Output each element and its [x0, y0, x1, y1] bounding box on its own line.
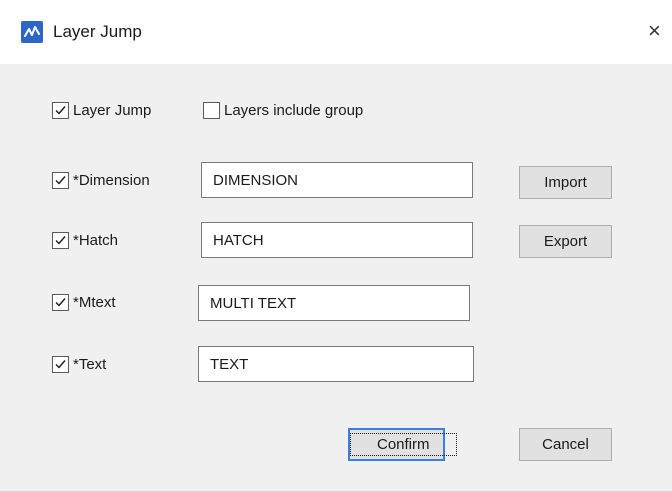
layers-include-group-option[interactable]: Layers include group	[203, 102, 363, 119]
mtext-checkbox[interactable]	[52, 294, 69, 311]
import-button[interactable]: Import	[519, 166, 612, 199]
layer-jump-option[interactable]: Layer Jump	[52, 102, 151, 119]
app-logo-icon	[21, 21, 43, 43]
layer-jump-dialog: Layer Jump × Layer Jump Layers include g…	[0, 0, 672, 491]
title-bar: Layer Jump ×	[0, 0, 672, 64]
text-label: *Text	[73, 356, 107, 373]
text-checkbox[interactable]	[52, 356, 69, 373]
confirm-button[interactable]: Confirm	[348, 428, 457, 461]
layers-include-group-label: Layers include group	[224, 102, 364, 119]
export-button[interactable]: Export	[519, 225, 612, 258]
dimension-label: *Dimension	[73, 172, 150, 189]
hatch-layer-input[interactable]	[201, 222, 473, 258]
checkmark-icon	[55, 236, 66, 245]
dimension-layer-input[interactable]	[201, 162, 473, 198]
cancel-button[interactable]: Cancel	[519, 428, 612, 461]
mtext-layer-input[interactable]	[198, 285, 470, 321]
mtext-option[interactable]: *Mtext	[52, 294, 116, 311]
text-option[interactable]: *Text	[52, 356, 106, 373]
checkmark-icon	[55, 176, 66, 185]
close-button[interactable]: ×	[648, 14, 672, 48]
checkmark-icon	[55, 298, 66, 307]
layer-jump-label: Layer Jump	[73, 102, 152, 119]
text-layer-input[interactable]	[198, 346, 474, 382]
mtext-label: *Mtext	[73, 294, 116, 311]
checkmark-icon	[55, 106, 66, 115]
dialog-body: Layer Jump Layers include group *Dimensi…	[0, 64, 672, 491]
hatch-option[interactable]: *Hatch	[52, 232, 118, 249]
hatch-label: *Hatch	[73, 232, 119, 249]
layers-include-group-checkbox[interactable]	[203, 102, 220, 119]
dimension-checkbox[interactable]	[52, 172, 69, 189]
close-icon: ×	[648, 18, 661, 43]
checkmark-icon	[55, 360, 66, 369]
hatch-checkbox[interactable]	[52, 232, 69, 249]
dimension-option[interactable]: *Dimension	[52, 172, 150, 189]
confirm-label: Confirm	[350, 433, 457, 456]
layer-jump-checkbox[interactable]	[52, 102, 69, 119]
window-title: Layer Jump	[53, 22, 142, 41]
